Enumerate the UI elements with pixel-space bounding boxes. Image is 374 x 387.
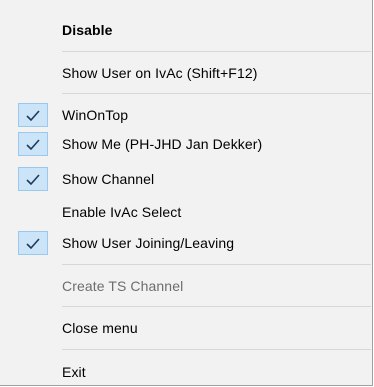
menu-item-show-user-joining-leaving[interactable]: Show User Joining/Leaving bbox=[0, 231, 371, 255]
menu-item-label: Show Me (PH-JHD Jan Dekker) bbox=[62, 136, 263, 152]
menu-item-label: Create TS Channel bbox=[62, 278, 184, 294]
menu-item-label: Disable bbox=[62, 22, 113, 38]
menu-item-show-channel[interactable]: Show Channel bbox=[0, 167, 371, 191]
menu-separator bbox=[62, 51, 371, 52]
menu-separator bbox=[62, 349, 371, 350]
menu-item-label: Show User on IvAc (Shift+F12) bbox=[62, 65, 258, 81]
check-icon bbox=[18, 132, 48, 156]
menu-separator bbox=[62, 306, 371, 307]
menu-item-close-menu[interactable]: Close menu bbox=[0, 316, 371, 340]
menu-item-label: Close menu bbox=[62, 320, 138, 336]
menu-item-create-ts-channel: Create TS Channel bbox=[0, 274, 371, 298]
menu-item-show-me[interactable]: Show Me (PH-JHD Jan Dekker) bbox=[0, 132, 371, 156]
menu-item-show-user-on-ivac[interactable]: Show User on IvAc (Shift+F12) bbox=[0, 61, 371, 85]
menu-item-exit[interactable]: Exit bbox=[0, 360, 371, 384]
menu-item-label: Exit bbox=[62, 364, 86, 380]
menu-item-label: Show User Joining/Leaving bbox=[62, 235, 235, 251]
check-icon bbox=[18, 231, 48, 255]
check-icon bbox=[18, 103, 48, 127]
menu-item-enable-ivac-select[interactable]: Enable IvAc Select bbox=[0, 200, 371, 224]
menu-item-disable[interactable]: Disable bbox=[0, 18, 371, 42]
check-icon bbox=[18, 167, 48, 191]
context-menu: Disable Show User on IvAc (Shift+F12) Wi… bbox=[0, 0, 373, 386]
menu-item-label: Enable IvAc Select bbox=[62, 204, 182, 220]
menu-item-label: WinOnTop bbox=[62, 107, 129, 123]
menu-separator bbox=[62, 93, 371, 94]
menu-item-label: Show Channel bbox=[62, 171, 155, 187]
menu-separator bbox=[62, 264, 371, 265]
menu-item-winontop[interactable]: WinOnTop bbox=[0, 103, 371, 127]
